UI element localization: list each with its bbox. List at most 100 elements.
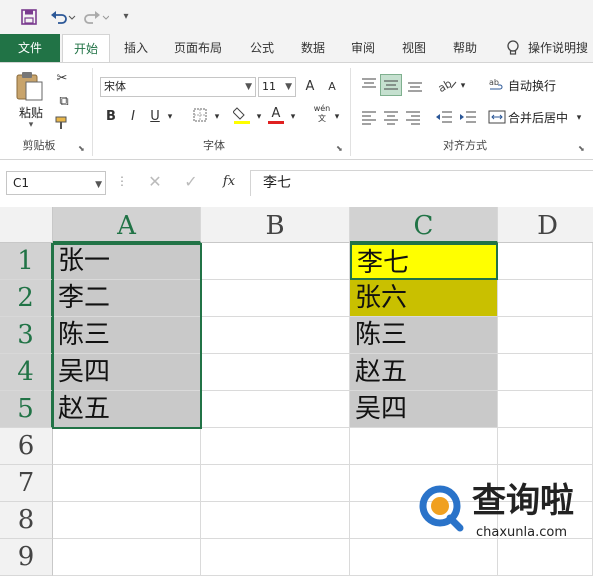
cell-a6[interactable] — [53, 428, 201, 465]
tab-help[interactable]: 帮助 — [442, 34, 488, 62]
cell-d9[interactable] — [498, 539, 593, 576]
cell-a9[interactable] — [53, 539, 201, 576]
cell-c2[interactable]: 张六 — [350, 280, 498, 317]
cell-c5[interactable]: 吴四 — [350, 391, 498, 428]
chevron-down-icon[interactable]: ▾ — [574, 108, 584, 128]
cell-b9[interactable] — [201, 539, 350, 576]
chevron-down-icon[interactable]: ▾ — [288, 107, 298, 127]
cell-c3[interactable]: 陈三 — [350, 317, 498, 354]
cell-b3[interactable] — [201, 317, 350, 354]
name-box[interactable]: C1 ▼ — [6, 171, 106, 195]
cell-b1[interactable] — [201, 243, 350, 280]
insert-function-icon[interactable]: fx — [216, 172, 242, 192]
tab-data[interactable]: 数据 — [290, 34, 336, 62]
underline-button[interactable]: U — [148, 107, 162, 127]
column-header-c[interactable]: C — [350, 207, 498, 243]
grow-font-icon[interactable]: A — [302, 77, 318, 97]
align-center-icon[interactable] — [382, 108, 400, 126]
align-left-icon[interactable] — [360, 108, 378, 126]
formula-input[interactable]: 李七 — [250, 170, 593, 196]
row-header-6[interactable]: 6 — [0, 428, 53, 465]
paste-label[interactable]: 粘贴 — [14, 104, 48, 120]
font-color-icon[interactable]: A — [268, 104, 284, 124]
cell-d2[interactable] — [498, 280, 593, 317]
cell-a8[interactable] — [53, 502, 201, 539]
row-header-5[interactable]: 5 — [0, 391, 53, 428]
copy-icon[interactable]: ⧉ — [52, 92, 76, 112]
select-all-corner[interactable] — [0, 207, 53, 243]
align-bottom-icon[interactable] — [406, 76, 424, 94]
row-header-4[interactable]: 4 — [0, 354, 53, 391]
tell-me-search[interactable]: 操作说明搜 — [528, 34, 593, 62]
chevron-down-icon[interactable]: ▾ — [212, 107, 222, 127]
font-name-combo[interactable]: 宋体 ▼ — [100, 77, 256, 97]
align-top-icon[interactable] — [360, 76, 378, 94]
column-header-b[interactable]: B — [201, 207, 350, 243]
row-header-7[interactable]: 7 — [0, 465, 53, 502]
align-right-icon[interactable] — [404, 108, 422, 126]
fill-color-icon[interactable] — [232, 105, 252, 125]
cell-b5[interactable] — [201, 391, 350, 428]
wrap-text-button[interactable]: 自动换行 — [508, 77, 588, 95]
column-header-d[interactable]: D — [498, 207, 593, 243]
font-size-combo[interactable]: 11 ▼ — [258, 77, 296, 97]
cell-a1[interactable]: 张一 — [53, 243, 201, 280]
cell-b2[interactable] — [201, 280, 350, 317]
cell-a4[interactable]: 吴四 — [53, 354, 201, 391]
border-icon[interactable] — [190, 107, 210, 127]
enter-icon[interactable]: ✓ — [180, 172, 202, 192]
merge-center-button[interactable]: 合并后居中 — [508, 109, 574, 127]
bold-button[interactable]: B — [104, 107, 118, 127]
row-header-9[interactable]: 9 — [0, 539, 53, 576]
cell-d1[interactable] — [498, 243, 593, 280]
chevron-down-icon[interactable]: ▾ — [254, 107, 264, 127]
row-header-3[interactable]: 3 — [0, 317, 53, 354]
format-painter-icon[interactable] — [52, 115, 72, 135]
cell-b6[interactable] — [201, 428, 350, 465]
paste-icon[interactable] — [14, 70, 46, 102]
cell-a7[interactable] — [53, 465, 201, 502]
alignment-launcher-icon[interactable]: ⬊ — [578, 144, 588, 154]
row-header-2[interactable]: 2 — [0, 280, 53, 317]
phonetic-icon[interactable]: wén 文 — [310, 104, 334, 126]
tab-file[interactable]: 文件 — [0, 34, 60, 62]
cell-c1[interactable]: 李七 — [350, 243, 498, 280]
tab-view[interactable]: 视图 — [390, 34, 438, 62]
cell-b7[interactable] — [201, 465, 350, 502]
increase-indent-icon[interactable] — [458, 108, 478, 126]
tab-formulas[interactable]: 公式 — [238, 34, 286, 62]
save-icon[interactable] — [18, 6, 40, 28]
tab-review[interactable]: 审阅 — [340, 34, 386, 62]
chevron-down-icon[interactable]: ▾ — [332, 107, 342, 127]
tab-insert[interactable]: 插入 — [114, 34, 158, 62]
cell-a3[interactable]: 陈三 — [53, 317, 201, 354]
tab-home[interactable]: 开始 — [62, 34, 110, 62]
cell-d5[interactable] — [498, 391, 593, 428]
column-header-a[interactable]: A — [53, 207, 201, 243]
merge-center-icon[interactable] — [488, 108, 506, 126]
cell-c9[interactable] — [350, 539, 498, 576]
italic-button[interactable]: I — [126, 107, 140, 127]
redo-icon[interactable] — [82, 6, 110, 28]
cell-c6[interactable] — [350, 428, 498, 465]
wrap-text-icon[interactable]: ab — [488, 76, 506, 94]
row-header-8[interactable]: 8 — [0, 502, 53, 539]
cell-a5[interactable]: 赵五 — [53, 391, 201, 428]
tab-page-layout[interactable]: 页面布局 — [164, 34, 232, 62]
undo-icon[interactable] — [48, 6, 78, 28]
customize-icon[interactable]: ▾ — [118, 6, 134, 28]
row-header-1[interactable]: 1 — [0, 243, 53, 280]
chevron-down-icon[interactable]: ▾ — [458, 76, 468, 96]
cancel-icon[interactable]: ✕ — [144, 172, 166, 192]
decrease-indent-icon[interactable] — [434, 108, 454, 126]
cell-d3[interactable] — [498, 317, 593, 354]
orientation-icon[interactable]: ab — [436, 76, 457, 95]
formula-bar-splitter[interactable]: ⋮ — [116, 174, 128, 192]
cell-b4[interactable] — [201, 354, 350, 391]
font-launcher-icon[interactable]: ⬊ — [336, 144, 346, 154]
chevron-down-icon[interactable]: ▾ — [164, 107, 176, 127]
cell-d6[interactable] — [498, 428, 593, 465]
shrink-font-icon[interactable]: A — [324, 77, 340, 97]
cell-d4[interactable] — [498, 354, 593, 391]
cell-c4[interactable]: 赵五 — [350, 354, 498, 391]
